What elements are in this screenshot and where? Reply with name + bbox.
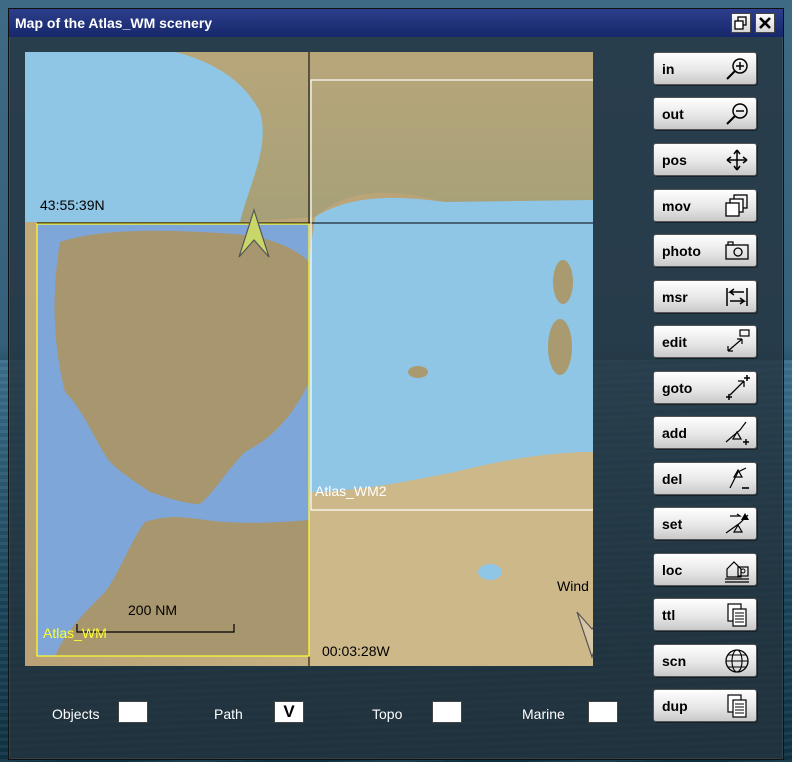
scenery-label-atlas-wm2: Atlas_WM2 (315, 483, 387, 499)
button-label: del (662, 471, 683, 487)
zoom-out-button[interactable]: out (653, 97, 757, 130)
goto-button[interactable]: goto (653, 371, 757, 404)
duplicate-button[interactable]: dup (653, 689, 757, 722)
edit-resize-icon (727, 329, 750, 352)
map-view[interactable]: 43:55:39N 00:03:28W Wind 1.9 Atlas_WM2 A… (25, 52, 593, 666)
stacked-windows-icon (725, 194, 748, 217)
zoom-in-button[interactable]: in (653, 52, 757, 85)
close-button[interactable] (755, 13, 775, 33)
button-label: edit (662, 334, 687, 350)
button-label: add (662, 425, 687, 441)
topo-checkbox[interactable] (432, 701, 462, 723)
duplicate-pages-icon (727, 694, 747, 718)
button-label: in (662, 61, 675, 77)
button-label: ttl (662, 607, 676, 623)
longitude-label: 00:03:28W (322, 643, 390, 659)
photo-button[interactable]: photo (653, 234, 757, 267)
topo-label: Topo (372, 706, 403, 722)
copy-pages-icon (727, 603, 747, 627)
objects-label: Objects (52, 706, 100, 722)
button-label: out (662, 106, 684, 122)
button-label: scn (662, 653, 687, 669)
wind-label: Wind 1.9 (557, 578, 593, 594)
check-mark: V (283, 702, 295, 721)
title-bar[interactable]: Map of the Atlas_WM scenery (9, 9, 783, 37)
delete-waypoint-icon (729, 467, 749, 489)
scale-label: 200 NM (128, 602, 178, 618)
set-button[interactable]: set (653, 507, 757, 540)
scenery-button[interactable]: scn (653, 644, 757, 677)
move-arrows-icon (726, 149, 748, 171)
delete-button[interactable]: del (653, 462, 757, 495)
zoom-in-icon (726, 58, 748, 80)
button-label: mov (662, 198, 691, 214)
edit-button[interactable]: edit (653, 325, 757, 358)
button-label: pos (662, 152, 687, 168)
button-label: photo (662, 243, 701, 259)
button-label: goto (662, 380, 693, 396)
restore-icon (734, 16, 747, 30)
scenery-label-atlas-wm: Atlas_WM (43, 625, 107, 641)
measure-icon (726, 288, 748, 306)
set-waypoint-icon (725, 513, 749, 534)
button-label: dup (662, 698, 688, 714)
move-button[interactable]: mov (653, 189, 757, 222)
globe-icon (725, 649, 749, 673)
marine-label: Marine (522, 706, 565, 722)
button-label: loc (662, 562, 683, 578)
goto-icon (726, 375, 750, 400)
location-button[interactable]: loc (653, 553, 757, 586)
close-icon (759, 17, 771, 29)
path-label: Path (214, 706, 243, 722)
marine-checkbox[interactable] (588, 701, 618, 723)
measure-button[interactable]: msr (653, 280, 757, 313)
latitude-label: 43:55:39N (40, 197, 105, 213)
location-icon (725, 561, 749, 583)
position-button[interactable]: pos (653, 143, 757, 176)
path-checkbox[interactable]: V (274, 701, 304, 723)
objects-checkbox[interactable] (118, 701, 148, 723)
add-waypoint-icon (725, 421, 749, 445)
title-button[interactable]: ttl (653, 598, 757, 631)
add-button[interactable]: add (653, 416, 757, 449)
camera-icon (725, 241, 749, 260)
button-label: set (662, 516, 683, 532)
restore-button[interactable] (731, 13, 751, 33)
button-label: msr (662, 289, 688, 305)
zoom-out-icon (726, 103, 748, 125)
window-title: Map of the Atlas_WM scenery (15, 15, 213, 31)
map-terrain (25, 52, 593, 666)
